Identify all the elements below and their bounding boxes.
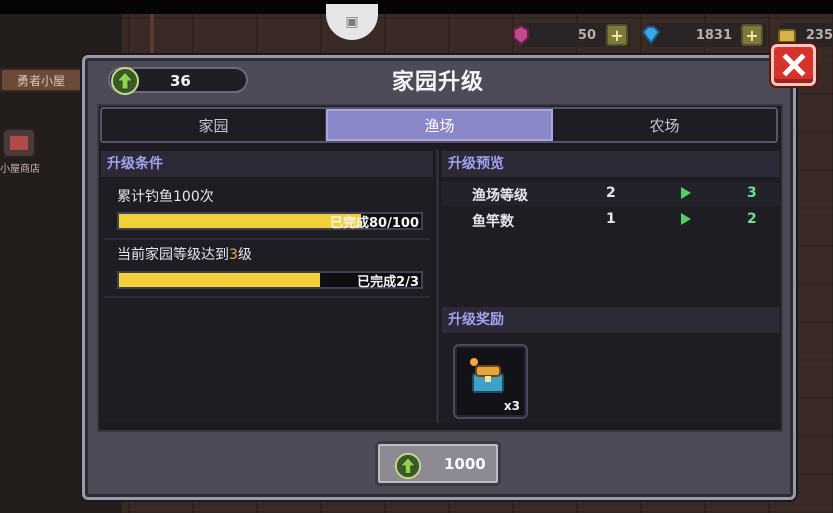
- close-x-icon: [781, 53, 806, 77]
- condition-fishing-text: 累计钓鱼100次: [117, 189, 214, 205]
- preview-header: 升级预览: [442, 151, 780, 177]
- tab-fishery[interactable]: 渔场: [326, 109, 553, 141]
- preview-from: 1: [606, 211, 616, 227]
- home-level-badge: 36: [108, 67, 248, 95]
- reward-count: x3: [503, 399, 520, 413]
- shop-label: 小屋商店: [0, 164, 40, 175]
- dialog-title: 家园升级: [391, 70, 484, 95]
- condition-home-level-progress: 已完成2/3: [117, 271, 423, 290]
- pink-gem-plus-button[interactable]: +: [606, 24, 628, 46]
- coin-value: 235: [805, 27, 833, 43]
- tab-bar: 家园 渔场 农场: [100, 107, 778, 143]
- tab-farm[interactable]: 农场: [553, 109, 776, 141]
- green-up-arrow-icon: [394, 452, 422, 484]
- upgrade-button[interactable]: 1000: [375, 441, 501, 486]
- reward-item-slot[interactable]: x3: [453, 344, 528, 419]
- wall-post: [150, 14, 154, 60]
- tab-home[interactable]: 家园: [102, 109, 326, 141]
- condition-home-level-suffix: 级: [237, 247, 252, 263]
- condition-fishing-progress-fill: [119, 214, 361, 228]
- preview-name: 鱼竿数: [472, 214, 514, 230]
- condition-home-level-progress-label: 已完成2/3: [357, 275, 419, 290]
- pink-gem-value: 50: [577, 27, 596, 43]
- house-sign[interactable]: 勇者小屋: [0, 68, 82, 92]
- condition-divider: [104, 238, 430, 240]
- treasure-chest-icon: [470, 358, 504, 393]
- shop-icon[interactable]: [2, 128, 36, 158]
- preview-to: 3: [747, 185, 757, 201]
- condition-fishing-progress: 已完成80/100: [117, 212, 423, 231]
- blue-diamond-icon: [641, 26, 661, 45]
- camera-icon: ▣: [345, 14, 359, 30]
- preview-to: 2: [747, 211, 757, 227]
- condition-home-level-text: 当前家园等级达到3级: [117, 244, 252, 264]
- preview-row-rod-count: 鱼竿数 1 2: [442, 208, 780, 232]
- condition-home-level-progress-fill: [119, 273, 320, 287]
- diamond-value: 1831: [695, 27, 732, 43]
- preview-row-fishery-level: 渔场等级 2 3: [442, 182, 780, 206]
- conditions-header: 升级条件: [101, 151, 433, 177]
- rewards-header: 升级奖励: [442, 307, 780, 333]
- top-black-bar: [0, 0, 833, 14]
- diamond-plus-button[interactable]: +: [741, 24, 763, 46]
- preview-name: 渔场等级: [472, 188, 528, 204]
- pink-gem-icon: [513, 24, 529, 46]
- condition-fishing-progress-label: 已完成80/100: [330, 216, 419, 231]
- preview-from: 2: [606, 185, 616, 201]
- condition-divider-2: [104, 296, 430, 298]
- condition-home-level-highlight: 3: [229, 247, 238, 263]
- green-arrow-icon: [681, 187, 691, 199]
- gold-coin-icon: [778, 29, 796, 43]
- condition-home-level-prefix: 当前家园等级达到: [117, 247, 229, 263]
- column-divider: [436, 150, 439, 423]
- upgrade-cost: 1000: [444, 455, 486, 473]
- green-arrow-icon: [681, 213, 691, 225]
- home-level-value: 36: [170, 72, 191, 90]
- green-up-arrow-icon: [110, 66, 140, 100]
- close-button[interactable]: [771, 44, 816, 86]
